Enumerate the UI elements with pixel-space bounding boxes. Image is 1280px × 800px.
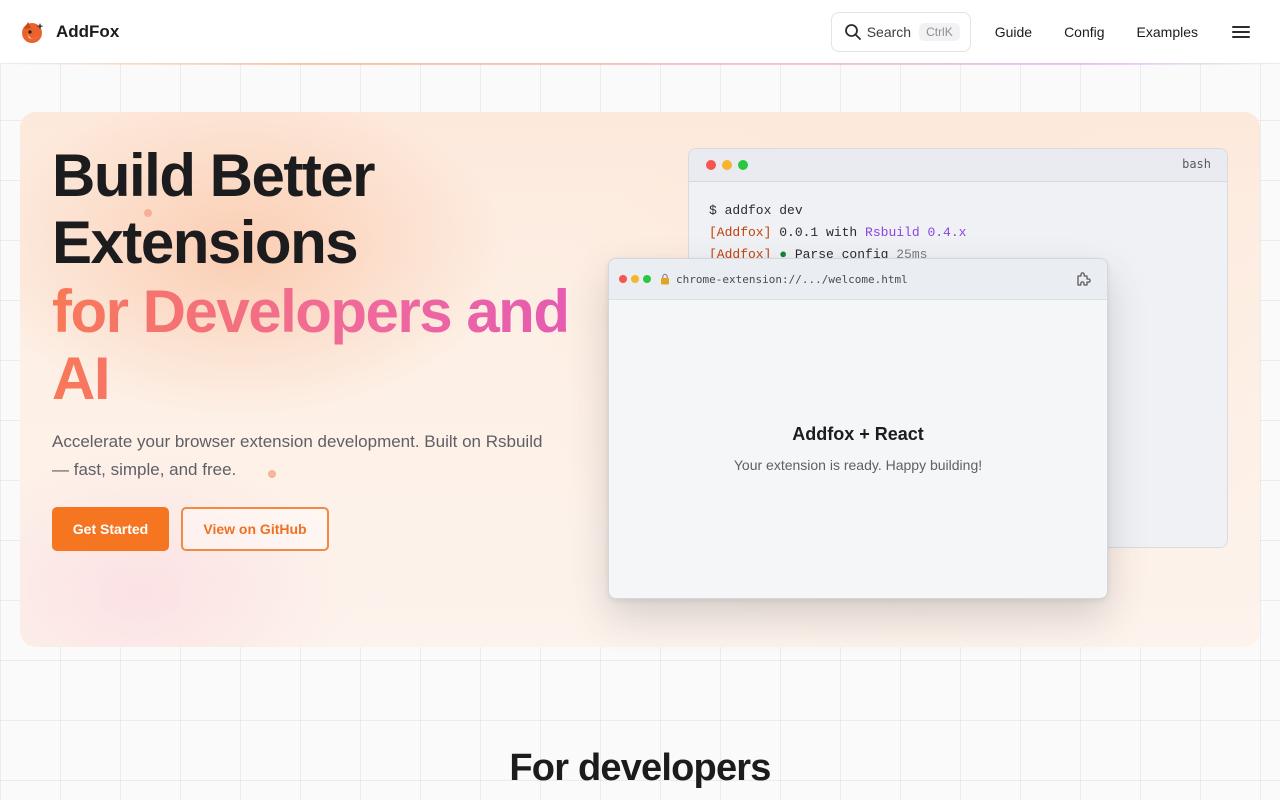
hero-title-accent: for Developers and AI (52, 278, 612, 412)
hero-subtitle: Accelerate your browser extension develo… (52, 432, 543, 479)
terminal-line: [Addfox] 0.0.1 with Rsbuild 0.4.x (709, 222, 1207, 244)
close-dot-icon (706, 160, 716, 170)
puzzle-extension-icon[interactable] (1075, 270, 1093, 288)
search-button[interactable]: Search CtrlK (830, 11, 971, 52)
decorative-dot (144, 209, 152, 217)
hero-title-line-1: Build Better (52, 142, 376, 209)
fox-logo-icon (22, 21, 44, 43)
welcome-text: Your extension is ready. Happy building! (733, 457, 983, 473)
search-shortcut-badge: CtrlK (919, 22, 960, 41)
maximize-dot-icon (643, 275, 651, 283)
close-dot-icon (619, 275, 627, 283)
browser-window: chrome-extension://.../welcome.html Addf… (608, 258, 1108, 599)
nav-link-config[interactable]: Config (1064, 24, 1104, 40)
welcome-heading: Addfox + React (792, 424, 924, 444)
terminal-text: 0.0.1 with (771, 225, 866, 240)
hero-section: Build Better Extensions for Developers a… (20, 112, 1260, 647)
decorative-dot (268, 470, 276, 478)
terminal-title: bash (1182, 157, 1211, 171)
search-label: Search (866, 23, 912, 40)
minimize-dot-icon (722, 160, 732, 170)
address-bar-url[interactable]: chrome-extension://.../welcome.html (676, 273, 908, 286)
browser-toolbar: chrome-extension://.../welcome.html (609, 259, 1107, 300)
lock-icon (661, 273, 669, 285)
maximize-dot-icon (738, 160, 748, 170)
hamburger-menu-icon[interactable] (1232, 24, 1250, 40)
nav-link-guide[interactable]: Guide (995, 24, 1032, 40)
view-on-github-button[interactable]: View on GitHub (181, 507, 329, 551)
nav-link-examples[interactable]: Examples (1137, 24, 1198, 40)
terminal-titlebar: bash (689, 149, 1227, 182)
brand-name: AddFox (56, 21, 120, 41)
top-navbar: AddFox Search CtrlK Guide Config Example… (0, 0, 1280, 65)
section-title: For developers (509, 747, 771, 789)
hero-title: Build Better Extensions (52, 142, 612, 276)
browser-content: Addfox + React Your extension is ready. … (609, 300, 1107, 598)
hero-title-line-2: Extensions (52, 209, 359, 276)
search-icon (844, 23, 861, 40)
terminal-highlight: Rsbuild 0.4.x (865, 225, 967, 240)
minimize-dot-icon (631, 275, 639, 283)
terminal-line: $ addfox dev (709, 203, 803, 218)
get-started-button[interactable]: Get Started (52, 507, 169, 551)
nav-right-group: Search CtrlK Guide Config Examples (830, 11, 1280, 52)
brand-link[interactable]: AddFox (21, 20, 119, 44)
terminal-tag: [Addfox] (709, 225, 772, 240)
